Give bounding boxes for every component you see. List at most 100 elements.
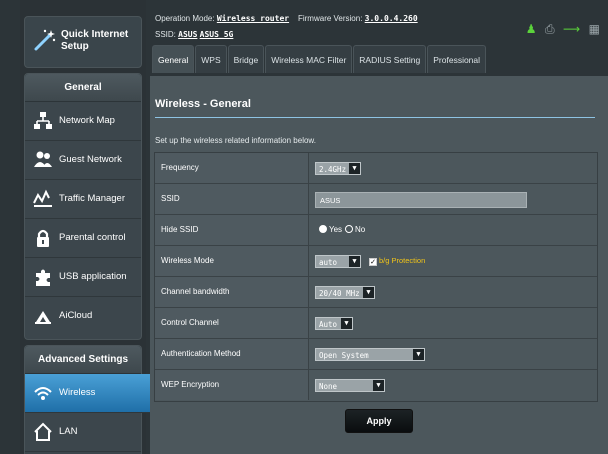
chevron-down-icon: ▼ <box>349 256 360 267</box>
cloud-icon <box>35 311 51 324</box>
authentication-method-value: Open System <box>319 351 369 360</box>
sidebar-item-label: Wireless <box>59 387 96 398</box>
tab-wireless-mac-filter[interactable]: Wireless MAC Filter <box>265 45 353 73</box>
ssid-label: SSID <box>155 184 309 214</box>
hide-ssid-row: Hide SSID Yes No <box>155 215 597 246</box>
checkmark-icon: ✓ <box>369 258 377 266</box>
chevron-down-icon: ▼ <box>341 318 352 329</box>
tab-radius-setting[interactable]: RADIUS Setting <box>353 45 427 73</box>
sidebar-item-label: Network Map <box>59 115 115 126</box>
authentication-method-select[interactable]: Open System ▼ <box>315 348 425 361</box>
network-icon[interactable]: ▦ <box>589 22 600 36</box>
firmware-version-link[interactable]: 3.0.0.4.260 <box>365 14 418 23</box>
wep-encryption-row: WEP Encryption None ▼ <box>155 370 597 401</box>
apply-button[interactable]: Apply <box>345 409 413 433</box>
sidebar-item-usb-application[interactable]: USB application <box>25 258 141 297</box>
page-description: Set up the wireless related information … <box>155 136 316 145</box>
sidebar-item-traffic-manager[interactable]: Traffic Manager <box>25 180 141 219</box>
top-header: Operation Mode: Wireless router Firmware… <box>150 0 608 78</box>
hide-ssid-no-label: No <box>355 225 366 234</box>
control-channel-value: Auto <box>319 320 338 329</box>
network-map-icon <box>34 112 52 129</box>
guest-network-icon <box>34 151 52 167</box>
bg-protection-label: b/g Protection <box>379 256 426 265</box>
title-divider <box>155 117 595 118</box>
frequency-label: Frequency <box>155 153 309 183</box>
ssid-label: SSID: <box>155 30 176 39</box>
magic-wand-icon <box>34 29 56 51</box>
sidebar-item-lan[interactable]: LAN <box>25 413 141 452</box>
status-line-1: Operation Mode: Wireless router Firmware… <box>155 14 418 23</box>
channel-bandwidth-select[interactable]: 20/40 MHz ▼ <box>315 286 375 299</box>
sidebar-item-label: Traffic Manager <box>59 193 125 204</box>
sidebar-item-label: Parental control <box>59 232 126 243</box>
wireless-mode-label: Wireless Mode <box>155 246 309 276</box>
status-icons: ♟ ⎙ ⟶ ▦ <box>522 20 600 36</box>
sidebar-item-parental-control[interactable]: Parental control <box>25 219 141 258</box>
page-title: Wireless - General <box>155 98 251 110</box>
ssid-5g-link[interactable]: ASUS_5G <box>200 30 234 39</box>
ssid-row: SSID ASUS <box>155 184 597 215</box>
sidebar: Quick Internet Setup General Network Map <box>20 0 160 454</box>
operation-mode-link[interactable]: Wireless router <box>217 14 289 23</box>
advanced-settings-title: Advanced Settings <box>25 346 141 374</box>
control-channel-label: Control Channel <box>155 308 309 338</box>
wep-encryption-select[interactable]: None ▼ <box>315 379 385 392</box>
sidebar-item-label: AiCloud <box>59 310 93 321</box>
channel-bandwidth-label: Channel bandwidth <box>155 277 309 307</box>
frequency-select[interactable]: 2.4GHz ▼ <box>315 162 361 175</box>
general-menu: General Network Map Guest Network Traffi… <box>24 73 142 340</box>
traffic-manager-icon <box>33 189 52 207</box>
tab-professional[interactable]: Professional <box>427 45 487 73</box>
hide-ssid-label: Hide SSID <box>155 215 309 245</box>
control-channel-row: Control Channel Auto ▼ <box>155 308 597 339</box>
chevron-down-icon: ▼ <box>363 287 374 298</box>
quick-internet-setup-label: Quick Internet Setup <box>61 29 129 52</box>
wireless-mode-select[interactable]: auto ▼ <box>315 255 361 268</box>
quick-internet-setup-button[interactable]: Quick Internet Setup <box>24 16 142 68</box>
general-menu-title: General <box>25 74 141 102</box>
tab-wps[interactable]: WPS <box>195 45 227 73</box>
ssid-24-link[interactable]: ASUS <box>178 30 197 39</box>
lock-icon <box>37 229 49 247</box>
sidebar-item-aicloud[interactable]: AiCloud <box>25 297 141 336</box>
hide-ssid-yes-radio[interactable]: Yes <box>319 225 342 234</box>
wep-encryption-value: None <box>319 382 338 391</box>
firmware-label: Firmware Version: <box>297 14 363 23</box>
wireless-settings-form: Frequency 2.4GHz ▼ SSID ASUS Hide SSID Y… <box>154 152 598 402</box>
advanced-settings-menu: Advanced Settings Wireless LAN <box>24 345 160 454</box>
tab-bridge[interactable]: Bridge <box>227 45 265 73</box>
operation-mode-label: Operation Mode: <box>155 14 215 23</box>
wifi-icon <box>34 387 52 400</box>
wireless-mode-value: auto <box>319 258 338 267</box>
sidebar-item-label: LAN <box>59 426 78 437</box>
status-line-2: SSID: ASUS ASUS_5G <box>155 30 233 39</box>
bg-protection-checkbox[interactable]: ✓ b/g Protection <box>369 256 425 266</box>
tab-bar: General WPS Bridge Wireless MAC Filter RADIU… <box>152 45 487 73</box>
chevron-down-icon: ▼ <box>373 380 384 391</box>
printer-icon[interactable]: ⎙ <box>545 22 555 36</box>
chevron-down-icon: ▼ <box>413 349 424 360</box>
channel-bandwidth-value: 20/40 MHz <box>319 289 360 298</box>
hide-ssid-no-radio[interactable]: No <box>345 225 365 234</box>
wireless-general-panel: Wireless - General Set up the wireless r… <box>150 76 608 454</box>
frequency-value: 2.4GHz <box>319 165 347 174</box>
channel-bandwidth-row: Channel bandwidth 20/40 MHz ▼ <box>155 277 597 308</box>
sidebar-item-network-map[interactable]: Network Map <box>25 102 141 141</box>
frequency-row: Frequency 2.4GHz ▼ <box>155 153 597 184</box>
hide-ssid-yes-label: Yes <box>329 225 343 234</box>
sidebar-item-wireless[interactable]: Wireless <box>25 374 160 413</box>
authentication-method-label: Authentication Method <box>155 339 309 369</box>
ssid-input[interactable]: ASUS <box>315 192 527 208</box>
puzzle-icon <box>36 269 50 286</box>
radio-checked-icon <box>319 225 327 233</box>
home-icon <box>34 422 52 441</box>
usb-icon[interactable]: ⟶ <box>563 22 580 36</box>
authentication-method-row: Authentication Method Open System ▼ <box>155 339 597 370</box>
sidebar-item-guest-network[interactable]: Guest Network <box>25 141 141 180</box>
control-channel-select[interactable]: Auto ▼ <box>315 317 353 330</box>
tab-general[interactable]: General <box>152 45 195 73</box>
user-icon[interactable]: ♟ <box>526 22 537 36</box>
radio-unchecked-icon <box>345 225 353 233</box>
wep-encryption-label: WEP Encryption <box>155 370 309 400</box>
